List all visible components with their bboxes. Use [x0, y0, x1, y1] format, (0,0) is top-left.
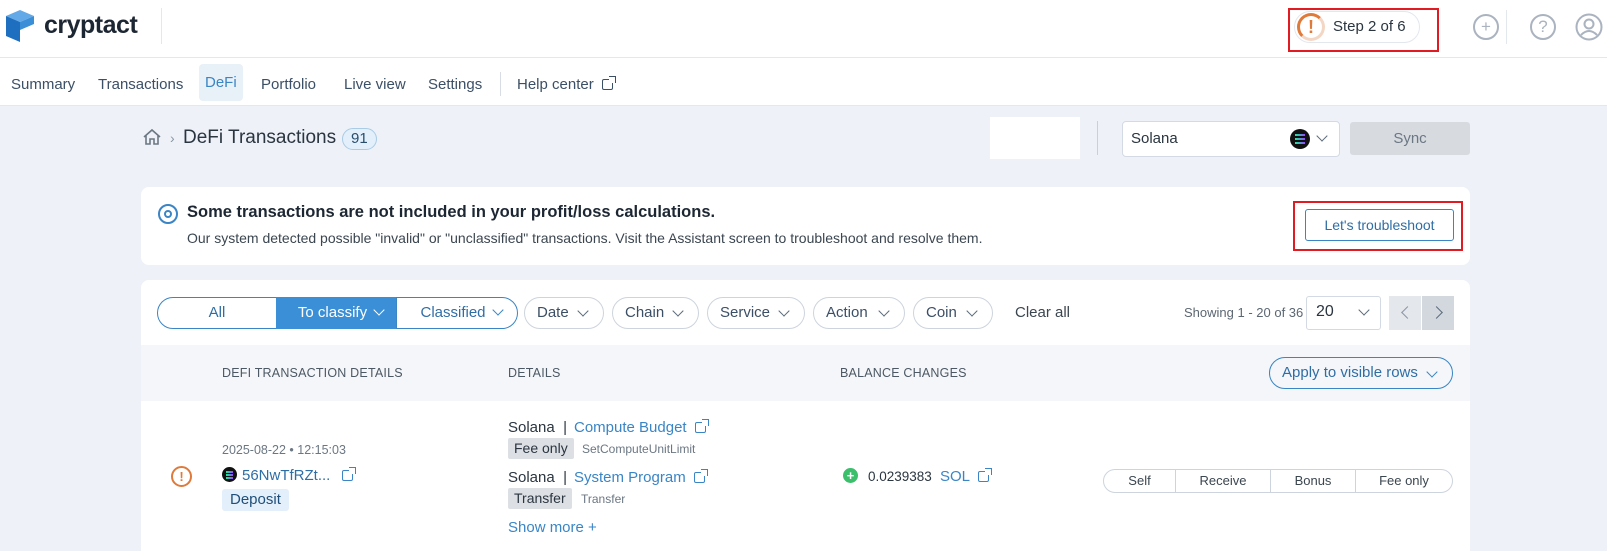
segment-label: To classify: [297, 304, 368, 321]
solana-icon: [222, 467, 237, 482]
filter-action[interactable]: Action: [813, 297, 905, 329]
home-icon[interactable]: [142, 128, 162, 146]
add-icon[interactable]: +: [1473, 14, 1499, 40]
filter-label: Action: [826, 304, 868, 321]
external-link-icon: [601, 76, 616, 90]
banner-body: Our system detected possible "invalid" o…: [187, 230, 983, 246]
chevron-down-icon: [491, 304, 504, 316]
transaction-type-badge: Deposit: [222, 489, 289, 511]
program-link-system-program[interactable]: System Program: [574, 469, 708, 486]
header-divider-right: [1506, 10, 1507, 44]
clear-all-link[interactable]: Clear all: [1015, 304, 1070, 321]
cryptact-logo[interactable]: [2, 8, 42, 44]
step-label[interactable]: Step 2 of 6: [1333, 18, 1406, 35]
filter-label: Chain: [625, 304, 665, 321]
column-header-details: DETAILS: [508, 366, 561, 380]
target-icon: [158, 204, 178, 224]
detail-tag: Transfer: [508, 488, 572, 509]
detail-chain-name: Solana: [508, 469, 555, 486]
nav-divider: [500, 72, 501, 96]
help-icon[interactable]: ?: [1530, 14, 1556, 40]
transaction-hash-link[interactable]: 56NwTfRZt...: [242, 467, 330, 484]
external-link-icon: [978, 468, 993, 482]
page-title: DeFi Transactions: [183, 127, 337, 148]
troubleshoot-button[interactable]: Let's troubleshoot: [1305, 209, 1454, 241]
detail-method: SetComputeUnitLimit: [582, 442, 696, 456]
coin-link[interactable]: SOL: [940, 468, 993, 485]
chevron-down-icon: [672, 305, 684, 317]
detail-separator: |: [563, 469, 567, 486]
balance-amount: 0.0239383: [868, 469, 932, 484]
nav-transactions[interactable]: Transactions: [92, 70, 189, 100]
chain-select-value: Solana: [1131, 130, 1178, 147]
nav-settings[interactable]: Settings: [422, 70, 488, 100]
banner-title: Some transactions are not included in yo…: [187, 203, 716, 221]
detail-chain-name: Solana: [508, 419, 555, 436]
filter-label: Coin: [926, 304, 957, 321]
apply-to-visible-rows-button[interactable]: Apply to visible rows: [1269, 357, 1453, 389]
filter-segment-to-classify[interactable]: To classify: [276, 297, 397, 329]
detail-chain: Solana |: [508, 419, 567, 436]
show-more-link[interactable]: Show more +: [508, 519, 597, 536]
alert-icon: !: [1308, 17, 1314, 37]
coin-symbol: SOL: [940, 468, 971, 485]
nav-live-view[interactable]: Live view: [338, 70, 412, 100]
header-divider: [161, 8, 162, 44]
transaction-date: 2025-08-22 • 12:15:03: [222, 443, 346, 457]
rows-per-page-value: 20: [1316, 303, 1334, 320]
breadcrumb-separator: ›: [170, 130, 175, 146]
external-link-icon: [693, 469, 708, 483]
chevron-down-icon: [966, 305, 978, 317]
program-name: Compute Budget: [574, 419, 687, 436]
chevron-down-icon: [577, 305, 589, 317]
chevron-down-icon: [1426, 366, 1438, 378]
external-link-icon: [694, 419, 709, 433]
nav-portfolio[interactable]: Portfolio: [255, 70, 322, 100]
pagination-summary: Showing 1 - 20 of 36: [1184, 305, 1304, 320]
filter-chain[interactable]: Chain: [612, 297, 699, 329]
chevron-down-icon: [373, 304, 385, 316]
filter-date[interactable]: Date: [524, 297, 604, 329]
column-header-balance: BALANCE CHANGES: [840, 366, 967, 380]
chevron-down-icon: [778, 305, 790, 317]
nav-help-center[interactable]: Help center: [511, 70, 619, 100]
segment-label: Classified: [420, 304, 486, 321]
plus-circle-icon: +: [843, 468, 858, 483]
apply-label: Apply to visible rows: [1282, 364, 1418, 381]
brand-name[interactable]: cryptact: [44, 11, 138, 40]
chevron-down-icon: [878, 305, 890, 317]
classify-fee-only-button[interactable]: Fee only: [1356, 470, 1452, 492]
filter-segment-classified[interactable]: Classified: [396, 297, 518, 329]
warning-icon: !: [171, 466, 192, 487]
user-account-icon[interactable]: [1575, 13, 1603, 41]
detail-separator: |: [563, 419, 567, 436]
column-header-details-main: DEFI TRANSACTION DETAILS: [222, 366, 403, 380]
segment-label: All: [208, 304, 226, 321]
nav-defi[interactable]: DeFi: [199, 64, 243, 101]
transaction-count-badge: 91: [342, 128, 377, 150]
classification-button-group: Self Receive Bonus Fee only: [1103, 469, 1453, 493]
detail-chain: Solana |: [508, 469, 567, 486]
filter-label: Service: [720, 304, 771, 321]
warning-banner: [141, 187, 1470, 265]
filter-label: Date: [537, 304, 569, 321]
classify-receive-button[interactable]: Receive: [1176, 470, 1271, 492]
detail-method: Transfer: [581, 492, 626, 506]
filter-coin[interactable]: Coin: [913, 297, 993, 329]
classify-bonus-button[interactable]: Bonus: [1271, 470, 1356, 492]
filter-service[interactable]: Service: [707, 297, 805, 329]
nav-summary[interactable]: Summary: [5, 70, 81, 100]
blank-panel: [990, 117, 1080, 159]
filter-segment-all[interactable]: All: [157, 297, 277, 329]
classify-self-button[interactable]: Self: [1104, 470, 1176, 492]
solana-icon: [1290, 129, 1310, 149]
nav-help-center-label: Help center: [517, 76, 594, 93]
detail-tag: Fee only: [508, 438, 574, 459]
sync-button[interactable]: Sync: [1350, 122, 1470, 155]
toolbar-divider: [1097, 121, 1098, 155]
external-link-icon[interactable]: [342, 467, 356, 481]
program-name: System Program: [574, 469, 686, 486]
program-link-compute-budget[interactable]: Compute Budget: [574, 419, 709, 436]
